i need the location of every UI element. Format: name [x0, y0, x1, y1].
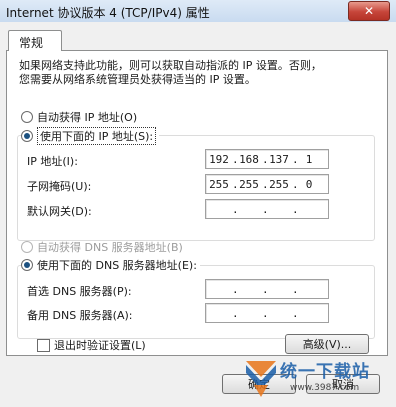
close-icon: ✕	[363, 4, 375, 18]
radio-manual-ip[interactable]: 使用下面的 IP 地址(S):	[21, 127, 160, 145]
radio-auto-dns-label: 自动获得 DNS 服务器地址(B)	[37, 241, 183, 254]
title-bar[interactable]: Internet 协议版本 4 (TCP/IPv4) 属性 ✕	[0, 0, 396, 23]
octet-separator: .	[232, 202, 239, 216]
octet-separator: .	[262, 306, 269, 320]
octet-separator: .	[232, 282, 239, 296]
radio-auto-ip-label: 自动获得 IP 地址(O)	[37, 111, 138, 124]
ip-octet: 0	[305, 177, 313, 191]
radio-auto-dns[interactable]: 自动获得 DNS 服务器地址(B)	[21, 239, 183, 255]
default-gateway-input[interactable]: . . .	[205, 199, 329, 219]
subnet-mask-label: 子网掩码(U):	[27, 180, 92, 193]
default-gateway-label: 默认网关(D):	[27, 205, 92, 218]
validate-on-exit[interactable]: 退出时验证设置(L)	[37, 337, 146, 353]
validate-checkbox-label: 退出时验证设置(L)	[54, 339, 146, 352]
octet-separator: .	[292, 282, 299, 296]
tab-general-label: 常规	[19, 36, 44, 50]
radio-button-selected[interactable]	[21, 130, 33, 142]
preferred-dns-label: 首选 DNS 服务器(P):	[27, 285, 132, 298]
ip-address-input[interactable]: 192. 168. 137. 1	[205, 149, 329, 169]
description-line-2: 您需要从网络系统管理员处获得适当的 IP 设置。	[19, 73, 256, 86]
dns-settings-group	[17, 265, 375, 339]
window-title: Internet 协议版本 4 (TCP/IPv4) 属性	[6, 6, 210, 20]
logo-icon	[246, 361, 276, 397]
ip-octet: 168	[239, 152, 259, 166]
ip-address-label: IP 地址(I):	[27, 155, 78, 168]
radio-manual-dns[interactable]: 使用下面的 DNS 服务器地址(E):	[21, 257, 200, 273]
site-watermark: 统一下载站 www.3987.com	[240, 353, 390, 405]
watermark-url: www.3987.com	[290, 383, 360, 393]
ip-octet: 255	[239, 177, 259, 191]
octet-separator: .	[292, 306, 299, 320]
ip-octet: 255	[209, 177, 229, 191]
watermark-text: 统一下载站	[280, 362, 370, 382]
properties-dialog: 常规 如果网络支持此功能，则可以获取自动指派的 IP 设置。否则， 您需要从网络…	[0, 22, 396, 407]
alternate-dns-input[interactable]: . . .	[205, 303, 329, 323]
radio-button-disabled[interactable]	[21, 241, 33, 253]
ip-octet: 255	[269, 177, 289, 191]
radio-auto-ip[interactable]: 自动获得 IP 地址(O)	[21, 109, 137, 125]
description-text: 如果网络支持此功能，则可以获取自动指派的 IP 设置。否则， 您需要从网络系统管…	[19, 59, 375, 87]
validate-checkbox[interactable]	[37, 338, 50, 352]
octet-separator: .	[292, 202, 299, 216]
octet-separator: .	[262, 282, 269, 296]
radio-manual-dns-label: 使用下面的 DNS 服务器地址(E):	[37, 259, 197, 272]
octet-separator: .	[262, 202, 269, 216]
tab-panel-general: 如果网络支持此功能，则可以获取自动指派的 IP 设置。否则， 您需要从网络系统管…	[6, 50, 388, 356]
description-line-1: 如果网络支持此功能，则可以获取自动指派的 IP 设置。否则，	[19, 59, 322, 72]
radio-manual-ip-label: 使用下面的 IP 地址(S):	[37, 127, 157, 145]
ip-octet: 192	[209, 152, 229, 166]
radio-button[interactable]	[21, 111, 33, 123]
advanced-button[interactable]: 高级(V)...	[285, 334, 369, 354]
radio-button-selected[interactable]	[21, 259, 33, 271]
ip-octet: 137	[269, 152, 289, 166]
preferred-dns-input[interactable]: . . .	[205, 279, 329, 299]
close-button[interactable]: ✕	[348, 1, 390, 21]
octet-separator: .	[232, 306, 239, 320]
alternate-dns-label: 备用 DNS 服务器(A):	[27, 309, 133, 322]
subnet-mask-input[interactable]: 255. 255. 255. 0	[205, 174, 329, 194]
ip-octet: 1	[305, 152, 313, 166]
tab-general[interactable]: 常规	[8, 30, 62, 51]
